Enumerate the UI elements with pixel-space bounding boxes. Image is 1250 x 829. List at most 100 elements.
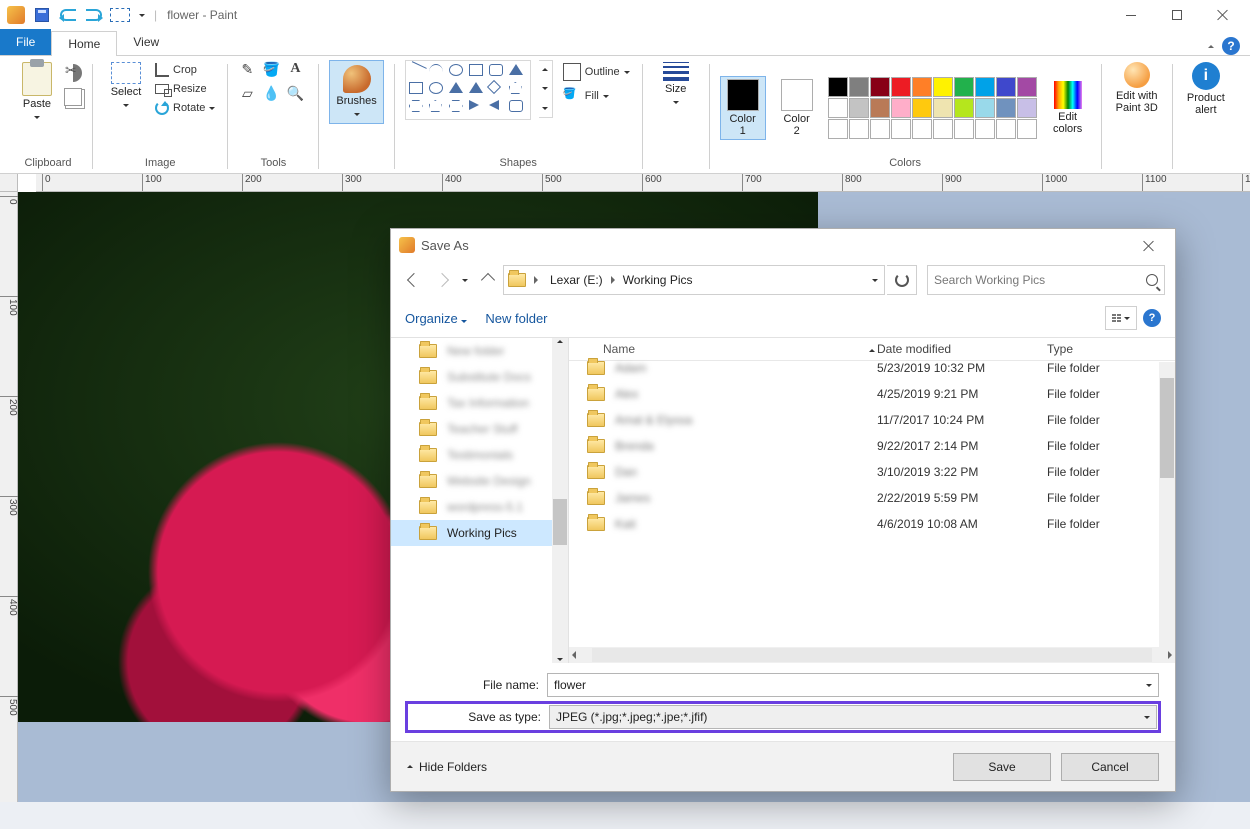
rotate-button[interactable]: Rotate <box>153 100 217 116</box>
size-button[interactable]: Size <box>653 60 699 109</box>
save-button[interactable]: Save <box>953 753 1051 781</box>
filename-input[interactable]: flower <box>547 673 1159 697</box>
color-swatch[interactable] <box>975 77 995 97</box>
eraser-tool[interactable]: ▱ <box>238 84 256 102</box>
color-swatch[interactable] <box>954 98 974 118</box>
color-swatch[interactable] <box>933 98 953 118</box>
maximize-button[interactable] <box>1154 0 1200 30</box>
picker-tool[interactable]: 💧 <box>262 84 280 102</box>
chevron-down-icon[interactable] <box>1146 684 1152 687</box>
help-button[interactable]: ? <box>1222 37 1240 55</box>
nav-back-button[interactable] <box>401 266 427 294</box>
color-swatch[interactable] <box>891 119 911 139</box>
color-swatch[interactable] <box>828 77 848 97</box>
color-swatch[interactable] <box>1017 77 1037 97</box>
scroll-thumb[interactable] <box>1160 378 1174 478</box>
cut-button[interactable] <box>64 64 82 82</box>
color-swatch[interactable] <box>849 98 869 118</box>
color-swatch[interactable] <box>933 119 953 139</box>
tab-home[interactable]: Home <box>51 31 117 56</box>
qat-select-button[interactable] <box>108 3 132 27</box>
file-row[interactable]: Alex4/25/2019 9:21 PMFile folder <box>569 381 1175 407</box>
zoom-tool[interactable]: 🔍 <box>286 84 304 102</box>
new-folder-button[interactable]: New folder <box>485 311 547 326</box>
color-swatch[interactable] <box>912 98 932 118</box>
tree-item[interactable]: Website Design <box>391 468 568 494</box>
color-swatch[interactable] <box>870 119 890 139</box>
nav-recent-dropdown[interactable] <box>457 266 473 294</box>
tree-item[interactable]: Tax Information <box>391 390 568 416</box>
qat-customize-dropdown[interactable] <box>134 3 150 27</box>
color-swatch[interactable] <box>912 77 932 97</box>
color-swatch[interactable] <box>996 119 1016 139</box>
cancel-button[interactable]: Cancel <box>1061 753 1159 781</box>
product-alert-button[interactable]: iProduct alert <box>1183 60 1229 118</box>
chevron-down-icon[interactable] <box>872 279 878 282</box>
tree-item[interactable]: Working Pics <box>391 520 568 546</box>
chevron-down-icon[interactable] <box>1144 716 1150 719</box>
nav-up-button[interactable] <box>475 266 501 294</box>
file-row[interactable]: Amal & Elyssa11/7/2017 10:24 PMFile fold… <box>569 407 1175 433</box>
color-swatch[interactable] <box>849 119 869 139</box>
pencil-tool[interactable]: ✎ <box>238 60 256 78</box>
app-icon[interactable] <box>4 3 28 27</box>
color2-button[interactable]: Color 2 <box>774 77 820 139</box>
close-button[interactable] <box>1200 0 1246 30</box>
v-scrollbar[interactable] <box>1159 362 1175 647</box>
nav-forward-button[interactable] <box>429 266 455 294</box>
color-swatch[interactable] <box>891 77 911 97</box>
tree-item[interactable]: Teacher Stuff <box>391 416 568 442</box>
color-swatch[interactable] <box>996 77 1016 97</box>
brushes-button[interactable]: Brushes <box>329 60 383 124</box>
edit-with-3d-button[interactable]: Edit with Paint 3D <box>1112 60 1162 116</box>
folder-tree[interactable]: New folderSubstitute DocsTax Information… <box>391 338 569 663</box>
color-swatch[interactable] <box>954 77 974 97</box>
color-swatch[interactable] <box>954 119 974 139</box>
qat-undo-button[interactable] <box>56 3 80 27</box>
resize-button[interactable]: Resize <box>153 82 217 96</box>
color-swatch[interactable] <box>975 119 995 139</box>
qat-redo-button[interactable] <box>82 3 106 27</box>
color-swatch[interactable] <box>933 77 953 97</box>
color1-button[interactable]: Color 1 <box>720 76 766 140</box>
color-swatch[interactable] <box>1017 98 1037 118</box>
tree-scrollbar[interactable] <box>552 338 568 663</box>
color-swatch[interactable] <box>828 119 848 139</box>
minimize-button[interactable] <box>1108 0 1154 30</box>
color-swatch[interactable] <box>912 119 932 139</box>
color-swatch[interactable] <box>975 98 995 118</box>
file-row[interactable]: Brenda9/22/2017 2:14 PMFile folder <box>569 433 1175 459</box>
fill-button[interactable]: 🪣Fill <box>561 86 632 106</box>
color-swatch[interactable] <box>870 77 890 97</box>
tree-item[interactable]: New folder <box>391 338 568 364</box>
color-swatch[interactable] <box>1017 119 1037 139</box>
scroll-thumb[interactable] <box>553 499 567 545</box>
tree-item[interactable]: Testimonials <box>391 442 568 468</box>
h-scrollbar[interactable] <box>569 647 1175 663</box>
tab-view[interactable]: View <box>117 29 175 55</box>
file-row[interactable]: Kait4/6/2019 10:08 AMFile folder <box>569 511 1175 537</box>
color-swatch[interactable] <box>870 98 890 118</box>
tree-item[interactable]: Substitute Docs <box>391 364 568 390</box>
tab-file[interactable]: File <box>0 29 51 55</box>
file-row[interactable]: Dan3/10/2019 3:22 PMFile folder <box>569 459 1175 485</box>
outline-button[interactable]: Outline <box>561 62 632 82</box>
paste-button[interactable]: Paste <box>14 60 60 124</box>
tree-item[interactable]: wordpress-5.1 <box>391 494 568 520</box>
text-tool[interactable]: A <box>286 60 304 78</box>
color-swatch[interactable] <box>891 98 911 118</box>
shapes-gallery[interactable] <box>405 60 531 120</box>
color-swatch[interactable] <box>828 98 848 118</box>
breadcrumb-part[interactable]: Working Pics <box>615 266 701 294</box>
refresh-button[interactable] <box>887 265 917 295</box>
type-dropdown[interactable]: JPEG (*.jpg;*.jpeg;*.jpe;*.jfif) <box>549 705 1157 729</box>
organize-menu[interactable]: Organize <box>405 311 467 326</box>
color-swatch[interactable] <box>849 77 869 97</box>
crop-button[interactable]: Crop <box>153 62 217 78</box>
select-button[interactable]: Select <box>103 60 149 112</box>
copy-button[interactable] <box>64 88 82 106</box>
shapes-scrollbar[interactable] <box>539 60 553 118</box>
file-row[interactable]: James2/22/2019 5:59 PMFile folder <box>569 485 1175 511</box>
edit-colors-button[interactable]: Edit colors <box>1045 79 1091 137</box>
dialog-help-button[interactable]: ? <box>1143 309 1161 327</box>
